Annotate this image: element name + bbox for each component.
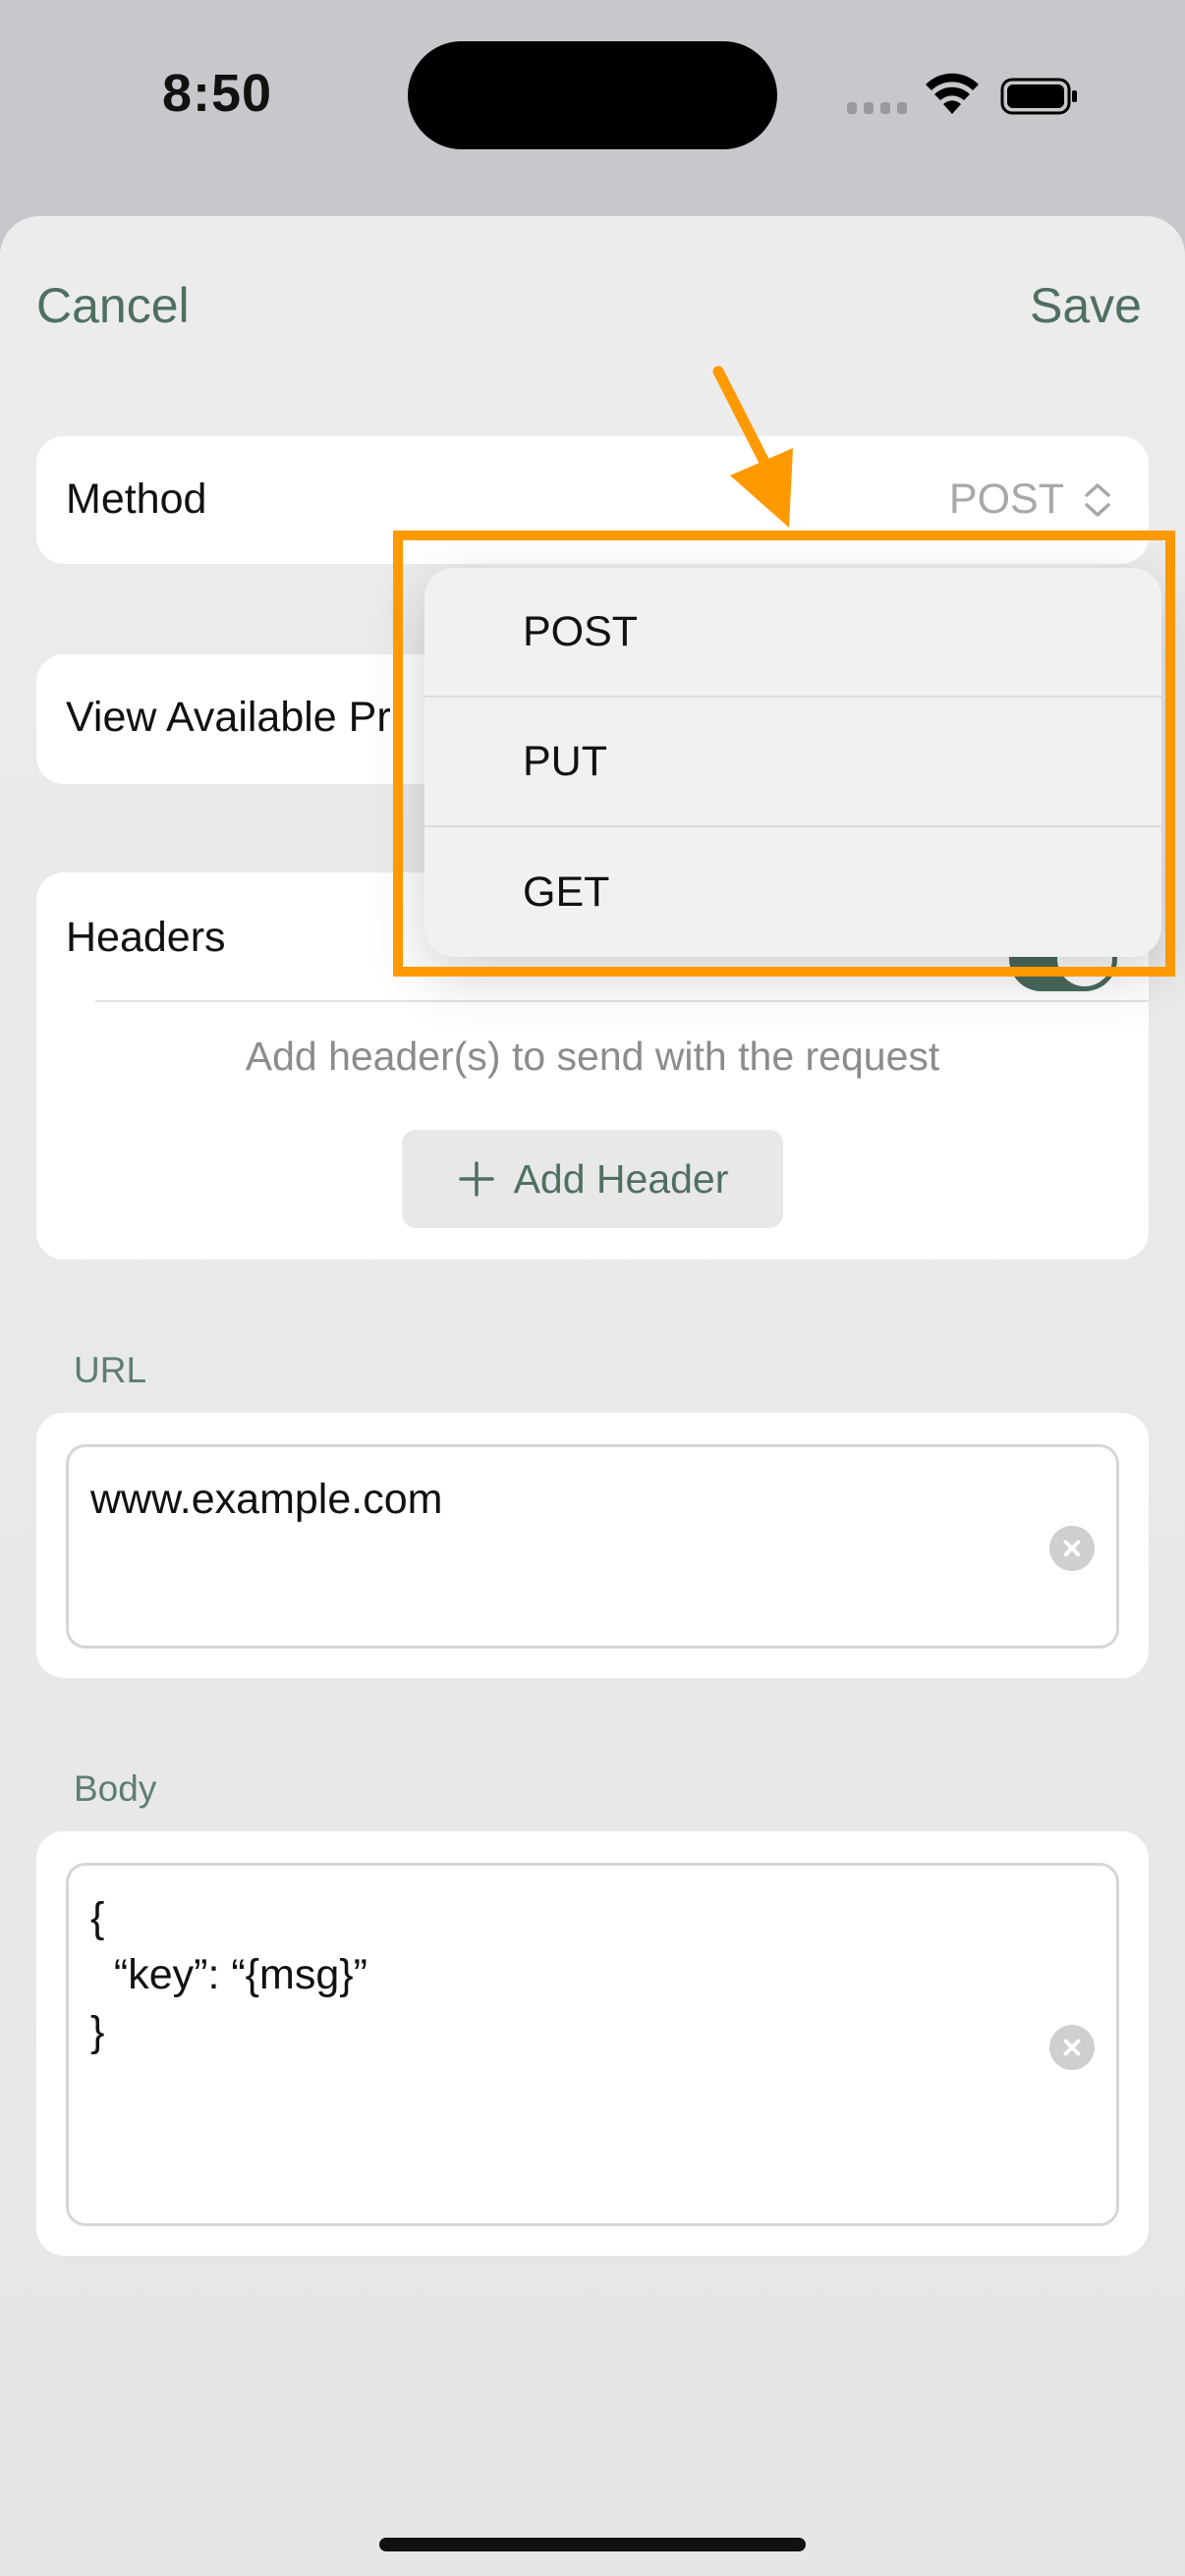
method-value: POST [948,476,1064,523]
view-available-label: View Available Pr [66,694,391,741]
dynamic-island [408,41,777,149]
url-section-label: URL [74,1350,147,1390]
clear-icon[interactable] [1049,1526,1095,1571]
add-header-label: Add Header [513,1155,729,1202]
body-value: { “key”: “{msg}” } [90,1894,367,2055]
save-button[interactable]: Save [1030,277,1142,334]
wifi-icon [926,73,979,114]
body-section-label: Body [74,1768,157,1809]
status-bar: 8:50 [0,0,1185,216]
body-field[interactable]: { “key”: “{msg}” } [66,1863,1119,2226]
body-card: { “key”: “{msg}” } [36,1831,1149,2256]
url-card: www.example.com [36,1413,1149,1678]
arrow-icon [712,365,793,528]
method-picker[interactable]: POST [949,476,1113,524]
clock-time: 8:50 [162,64,273,123]
headers-hint: Add header(s) to send with the request [245,1034,940,1079]
url-value: www.example.com [90,1476,443,1523]
battery-icon [1000,78,1077,115]
home-indicator [379,2538,806,2551]
highlight-box [393,531,1175,977]
headers-label: Headers [66,914,226,961]
clear-icon[interactable] [1049,2025,1095,2070]
cellular-signal-icon [847,102,908,114]
method-label: Method [66,476,207,523]
url-field[interactable]: www.example.com [66,1444,1119,1649]
plus-icon [458,1161,494,1197]
cancel-button[interactable]: Cancel [36,277,190,334]
divider [95,1000,1149,1002]
add-header-button[interactable]: Add Header [402,1130,783,1228]
chevron-updown-icon [1085,482,1110,517]
